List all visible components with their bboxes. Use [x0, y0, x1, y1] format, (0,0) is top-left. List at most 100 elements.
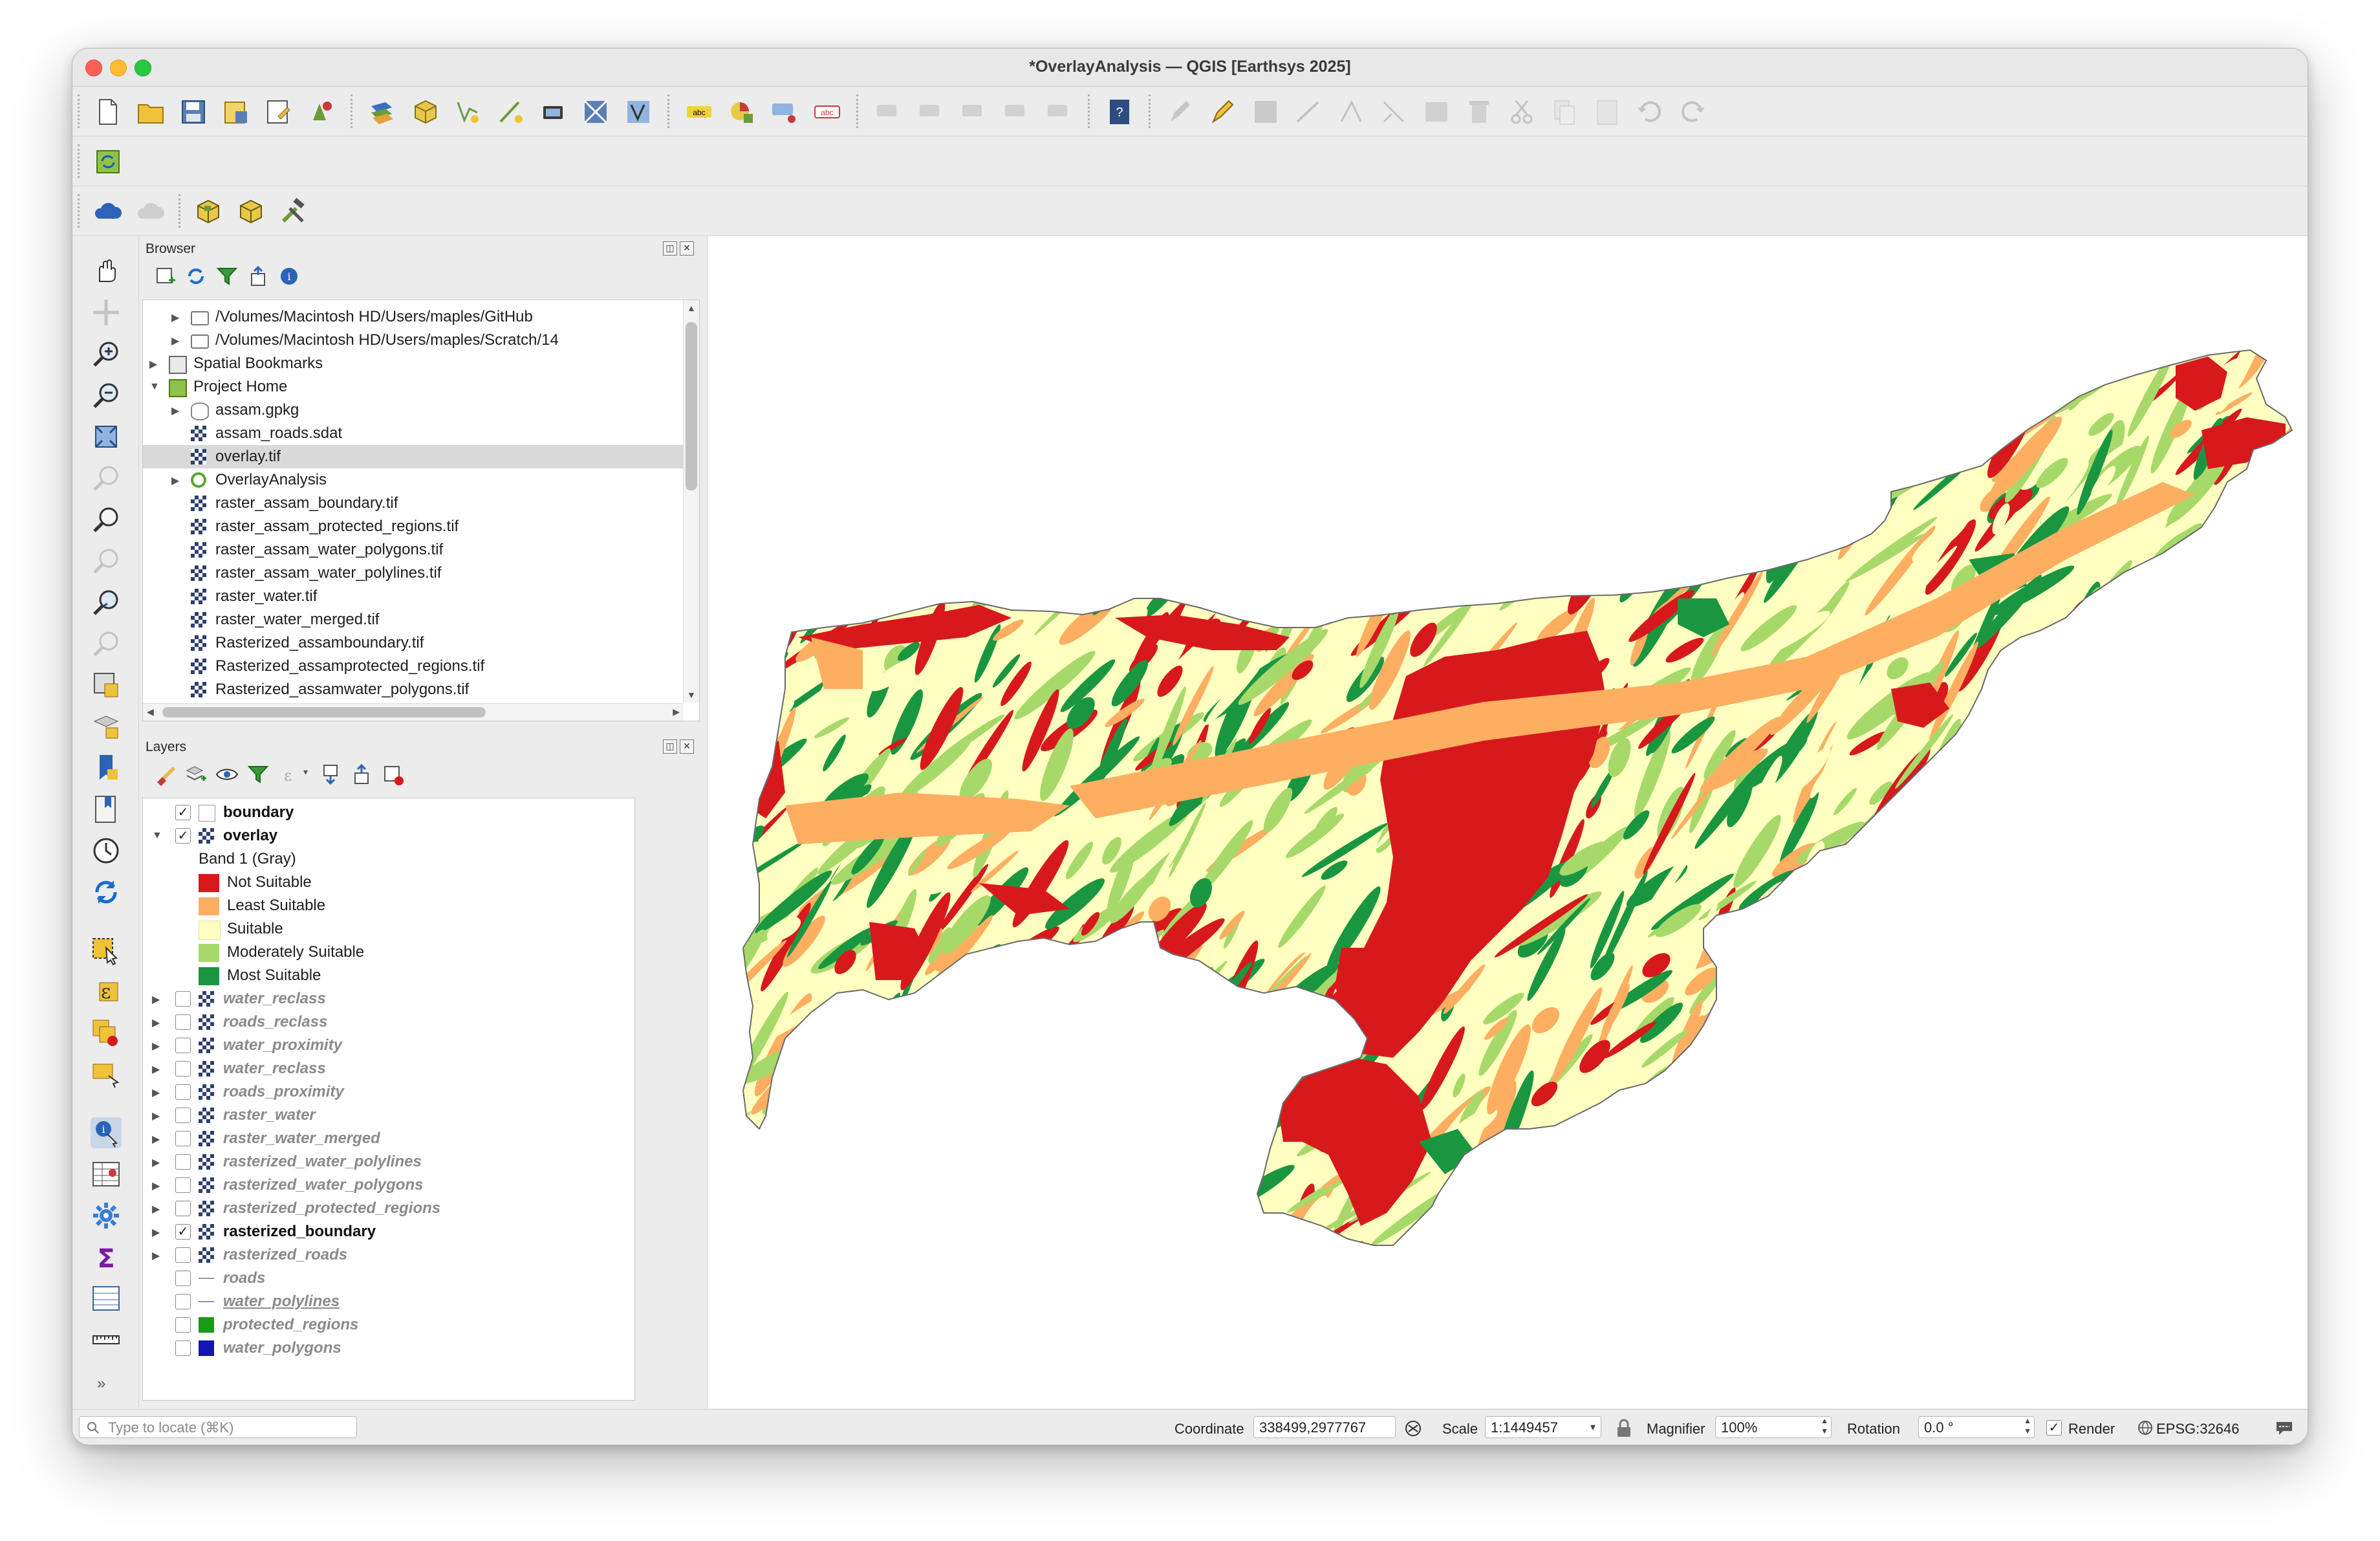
layer-row[interactable]: protected_regions: [143, 1313, 634, 1337]
zoom-out-icon[interactable]: [91, 380, 122, 411]
refresh-icon[interactable]: [91, 877, 122, 908]
synchronize-icon[interactable]: [235, 197, 265, 226]
layer-row[interactable]: ▶ ✓ rasterized_boundary: [143, 1220, 634, 1243]
layer-expand-arrow-icon[interactable]: ▶: [152, 1016, 160, 1029]
browser-vertical-scrollbar[interactable]: ▲ ▼: [683, 300, 699, 703]
browser-item[interactable]: ▶ /Volumes/Macintosh HD/Users/maples/Scra…: [143, 329, 699, 352]
zoom-full-icon[interactable]: [91, 421, 122, 452]
layer-row[interactable]: water_polylines: [143, 1290, 634, 1313]
layer-visibility-checkbox[interactable]: [175, 1271, 191, 1286]
filter-browser-icon[interactable]: [215, 265, 239, 288]
layer-visibility-checkbox[interactable]: [175, 1154, 191, 1170]
layer-visibility-checkbox[interactable]: [175, 1201, 191, 1216]
close-panel-icon[interactable]: ✕: [680, 241, 694, 256]
rotation-stepper-icon[interactable]: ▲ ▼: [2024, 1415, 2031, 1436]
layer-visibility-checkbox[interactable]: [175, 1247, 191, 1263]
open-field-calculator-icon[interactable]: [91, 1283, 122, 1314]
browser-horizontal-scrollbar[interactable]: ◀ ▶: [143, 703, 684, 721]
deselect-features-icon[interactable]: [91, 1018, 122, 1049]
new-geopackage-icon[interactable]: [410, 97, 440, 127]
layer-expand-arrow-icon[interactable]: ▶: [152, 1086, 160, 1099]
magnifier-stepper-icon[interactable]: ▲ ▼: [1821, 1415, 1828, 1436]
layer-visibility-checkbox[interactable]: [175, 1131, 191, 1146]
new-memory-layer-icon[interactable]: [495, 97, 525, 127]
browser-item[interactable]: Rasterized_assamprotected_regions.tif: [143, 655, 699, 678]
label-properties-icon[interactable]: [1044, 97, 1074, 127]
zoom-in-icon[interactable]: [91, 338, 122, 369]
manage-visibility-icon[interactable]: [215, 763, 239, 786]
layer-visibility-checkbox[interactable]: [175, 1317, 191, 1333]
crs-globe-icon[interactable]: [2137, 1419, 2154, 1436]
browser-item[interactable]: raster_water.tif: [143, 585, 699, 608]
add-group-icon[interactable]: [184, 763, 208, 786]
undo-icon[interactable]: [1635, 97, 1665, 127]
browser-item[interactable]: ▼ Project Home: [143, 375, 699, 399]
layer-expand-arrow-icon[interactable]: ▶: [152, 1226, 160, 1239]
layer-row[interactable]: ▶ water_reclass: [143, 1057, 634, 1080]
browser-item[interactable]: ▶ /Volumes/Macintosh HD/Users/maples/GitH…: [143, 305, 699, 329]
layer-row[interactable]: ▶ rasterized_protected_regions: [143, 1197, 634, 1220]
browser-item[interactable]: raster_assam_protected_regions.tif: [143, 515, 699, 538]
layer-row[interactable]: ▶ water_reclass: [143, 987, 634, 1011]
layer-expand-arrow-icon[interactable]: ▶: [152, 1109, 160, 1122]
save-edits-icon[interactable]: [1251, 97, 1281, 127]
select-features-icon[interactable]: [91, 935, 122, 966]
float-layers-panel-icon[interactable]: ◫: [663, 739, 677, 754]
layer-expand-arrow-icon[interactable]: ▶: [152, 1203, 160, 1216]
layer-visibility-checkbox[interactable]: [175, 1108, 191, 1123]
layer-expand-arrow-icon[interactable]: ▶: [152, 1179, 160, 1192]
close-layers-panel-icon[interactable]: ✕: [680, 739, 694, 754]
suitability-overlay-map[interactable]: [708, 236, 2308, 1408]
browser-item[interactable]: assam_roads.sdat: [143, 422, 699, 445]
new-3d-view-icon[interactable]: [91, 711, 122, 742]
layer-expand-arrow-icon[interactable]: ▶: [152, 1063, 160, 1076]
remove-layer-icon[interactable]: [381, 763, 404, 786]
browser-item[interactable]: overlay.tif: [143, 445, 699, 468]
browser-item[interactable]: raster_assam_water_polylines.tif: [143, 562, 699, 585]
add-layer-icon[interactable]: [153, 265, 177, 288]
highlight-labels-icon[interactable]: abc: [812, 97, 842, 127]
move-label-icon[interactable]: [916, 97, 946, 127]
zoom-to-layer-icon[interactable]: [91, 504, 122, 535]
rotate-label-icon[interactable]: [958, 97, 988, 127]
layer-visibility-checkbox[interactable]: ✓: [175, 828, 191, 844]
toggle-extents-icon[interactable]: [1403, 1419, 1423, 1438]
expand-arrow-icon[interactable]: ▶: [171, 474, 179, 487]
browser-item[interactable]: ▶ assam.gpkg: [143, 399, 699, 422]
layer-row[interactable]: ▶ rasterized_water_polylines: [143, 1150, 634, 1174]
style-manager-icon[interactable]: [307, 97, 336, 127]
layer-visibility-checkbox[interactable]: [175, 1177, 191, 1193]
layer-visibility-checkbox[interactable]: [175, 991, 191, 1007]
expand-arrow-icon[interactable]: ▼: [149, 381, 160, 393]
layer-boundary[interactable]: ✓ boundary: [143, 801, 634, 824]
statistics-sigma-icon[interactable]: Σ: [91, 1241, 122, 1273]
render-checkbox[interactable]: ✓: [2046, 1420, 2062, 1436]
layer-visibility-checkbox[interactable]: ✓: [175, 1224, 191, 1240]
open-project-icon[interactable]: [136, 97, 166, 127]
browser-item[interactable]: raster_assam_boundary.tif: [143, 492, 699, 515]
delete-icon[interactable]: [1464, 97, 1494, 127]
magnifier-field[interactable]: 100% ▲ ▼: [1715, 1416, 1832, 1438]
cloud-upload-icon[interactable]: [136, 197, 166, 226]
float-panel-icon[interactable]: ◫: [663, 241, 677, 256]
zoom-to-selection-icon[interactable]: [91, 463, 122, 494]
layer-row[interactable]: water_polygons: [143, 1337, 634, 1360]
scale-field[interactable]: 1:1449457 ▾: [1485, 1416, 1601, 1438]
plugin-reloader-icon[interactable]: [93, 147, 123, 177]
attribute-table-icon[interactable]: [91, 1159, 122, 1190]
pan-hand-icon[interactable]: [91, 256, 122, 287]
layer-expand-arrow-icon[interactable]: ▶: [152, 993, 160, 1006]
layer-expand-arrow-icon[interactable]: ▶: [152, 1040, 160, 1053]
show-bookmarks-icon[interactable]: [91, 794, 122, 825]
browser-item[interactable]: Rasterized_assamboundary.tif: [143, 631, 699, 655]
layer-visibility-checkbox[interactable]: ✓: [175, 805, 191, 820]
label-toolbar-icon[interactable]: abc: [684, 97, 714, 127]
layer-expand-arrow-icon[interactable]: ▶: [152, 1249, 160, 1262]
layer-styling-icon[interactable]: [153, 763, 177, 786]
layer-row[interactable]: ▶ rasterized_roads: [143, 1243, 634, 1267]
coordinate-field[interactable]: 338499,2977767: [1253, 1416, 1396, 1438]
toggle-editing-icon[interactable]: [1208, 97, 1238, 127]
layer-row[interactable]: ▶ raster_water: [143, 1104, 634, 1127]
scale-dropdown-icon[interactable]: ▾: [1590, 1417, 1596, 1439]
layer-visibility-checkbox[interactable]: [175, 1084, 191, 1100]
